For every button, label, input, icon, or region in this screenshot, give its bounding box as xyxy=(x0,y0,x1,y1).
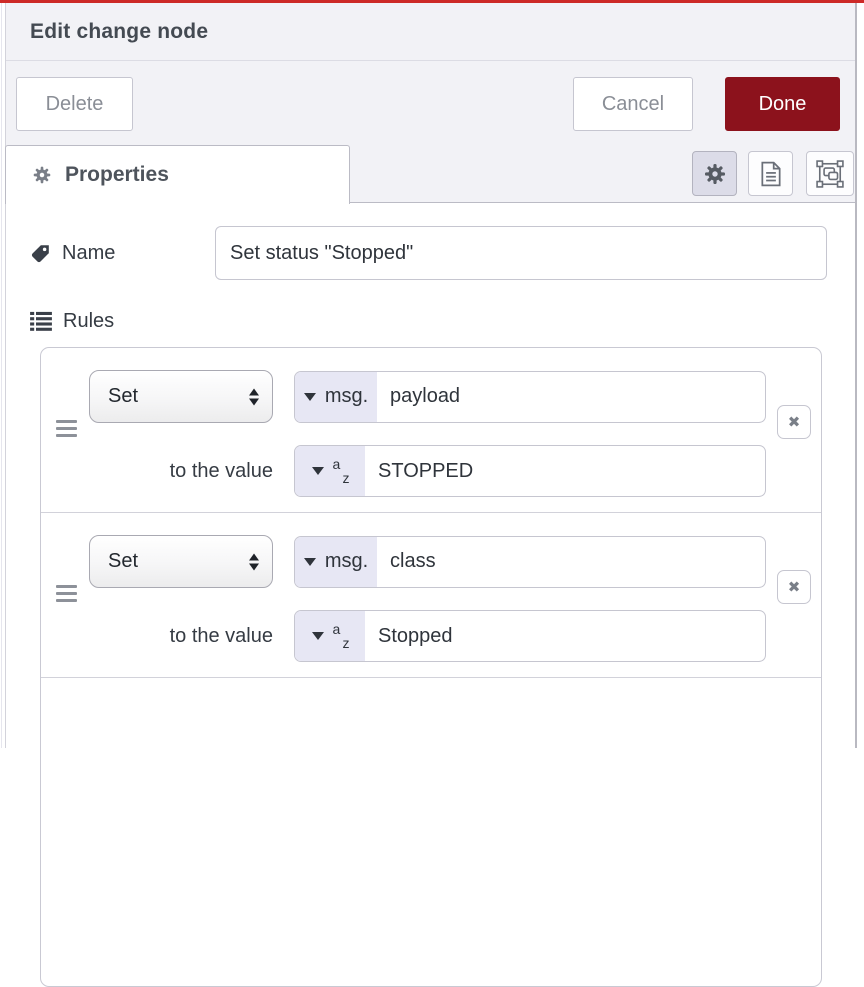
description-view-button[interactable] xyxy=(748,151,793,196)
string-type-icon: a z xyxy=(333,622,349,650)
rule-item-1: Set msg. xyxy=(41,348,821,513)
delete-button[interactable]: Delete xyxy=(16,77,133,131)
drag-handle[interactable] xyxy=(56,420,77,441)
cancel-button[interactable]: Cancel xyxy=(573,77,693,131)
properties-form: Name Rules xyxy=(6,205,855,748)
rule-2-property-input[interactable] xyxy=(377,537,765,587)
group-selection-icon xyxy=(816,160,844,188)
rules-list: Set msg. xyxy=(40,347,822,987)
tab-properties[interactable]: Properties xyxy=(5,145,350,204)
rule-2-to-label: to the value xyxy=(170,625,273,648)
rule-1-property-prefix: msg. xyxy=(325,385,368,408)
panel-left-edge-line xyxy=(1,3,2,748)
rule-item-2: Set msg. xyxy=(41,513,821,678)
edit-change-node-dialog: Edit change node Delete Cancel Done xyxy=(6,3,855,748)
dialog-title: Edit change node xyxy=(30,20,208,44)
name-field-label-row: Name xyxy=(30,226,115,280)
tab-properties-label: Properties xyxy=(65,163,169,187)
rule-2-value-field: a z xyxy=(294,610,766,662)
rule-2-action-row: Set msg. xyxy=(89,535,821,588)
rule-1-property-type-button[interactable]: msg. xyxy=(295,372,377,422)
caret-down-icon xyxy=(312,632,324,640)
rules-section-label: Rules xyxy=(30,310,114,333)
rule-2-property-prefix: msg. xyxy=(325,550,368,573)
name-field-label: Name xyxy=(30,242,115,265)
done-button[interactable]: Done xyxy=(725,77,840,131)
rule-1-to-label: to the value xyxy=(170,460,273,483)
caret-down-icon xyxy=(304,558,316,566)
rule-2-property-field: msg. xyxy=(294,536,766,588)
dialog-header: Edit change node xyxy=(6,3,855,61)
rule-2-remove-button[interactable]: ✖ xyxy=(777,570,811,604)
string-type-icon: a z xyxy=(333,457,349,485)
rule-1-remove-button[interactable]: ✖ xyxy=(777,405,811,439)
caret-down-icon xyxy=(312,467,324,475)
rules-section-label-text: Rules xyxy=(63,310,114,333)
rule-1-action-row: Set msg. xyxy=(89,370,821,423)
rule-1-value-type-button[interactable]: a z xyxy=(295,446,365,496)
rule-1-value-row: to the value a z xyxy=(89,445,821,497)
rule-2-action-value: Set xyxy=(108,550,138,573)
editor-tab-bar: Properties xyxy=(6,143,855,203)
rule-1-property-field: msg. xyxy=(294,371,766,423)
workspace-top-red-strip xyxy=(0,0,864,3)
drag-handle[interactable] xyxy=(56,585,77,606)
close-icon: ✖ xyxy=(788,578,801,596)
rule-2-value-row: to the value a z xyxy=(89,610,821,662)
rules-section-label-row: Rules xyxy=(30,303,114,339)
rule-2-value-type-button[interactable]: a z xyxy=(295,611,365,661)
spinner-arrows-icon xyxy=(249,553,259,570)
rule-2-value-input[interactable] xyxy=(365,611,765,661)
rule-1-action-select[interactable]: Set xyxy=(89,370,273,423)
properties-view-button[interactable] xyxy=(692,151,737,196)
gear-icon xyxy=(703,162,727,186)
rule-2-property-type-button[interactable]: msg. xyxy=(295,537,377,587)
tag-icon xyxy=(30,243,51,264)
panel-right-edge-line xyxy=(855,3,857,748)
rule-1-property-input[interactable] xyxy=(377,372,765,422)
list-icon xyxy=(30,311,52,331)
rule-1-value-field: a z xyxy=(294,445,766,497)
rule-2-action-select[interactable]: Set xyxy=(89,535,273,588)
document-icon xyxy=(759,161,783,187)
dialog-button-bar: Delete Cancel Done xyxy=(6,61,855,143)
name-field-label-text: Name xyxy=(62,242,115,265)
name-input[interactable] xyxy=(215,226,827,280)
rule-1-action-value: Set xyxy=(108,385,138,408)
appearance-view-button[interactable] xyxy=(806,151,854,196)
spinner-arrows-icon xyxy=(249,388,259,405)
gear-icon xyxy=(32,165,52,185)
close-icon: ✖ xyxy=(788,413,801,431)
caret-down-icon xyxy=(304,393,316,401)
rule-1-value-input[interactable] xyxy=(365,446,765,496)
